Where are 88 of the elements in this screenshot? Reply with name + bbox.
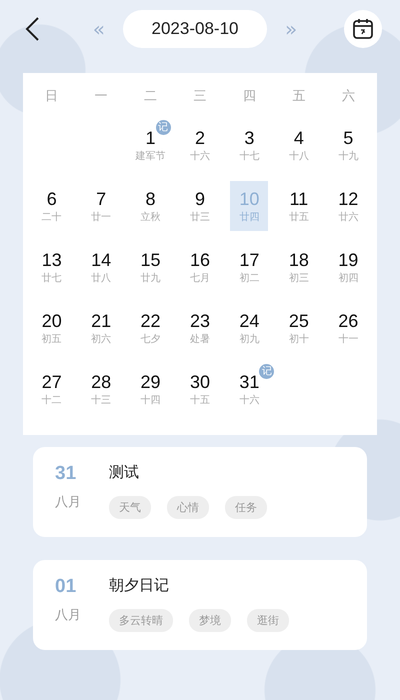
weekday-label: 五 xyxy=(292,88,306,106)
lunar-date: 廿七 xyxy=(42,272,62,284)
lunar-date: 初十 xyxy=(288,332,309,346)
note-badge: 记 xyxy=(259,364,274,378)
lunar-date: 廿五 xyxy=(288,210,309,224)
weekday-label: 一 xyxy=(94,88,108,106)
entry-month: 八月 xyxy=(55,494,81,511)
day-number[interactable]: 25 xyxy=(288,310,309,332)
lunar-date: 廿九 xyxy=(140,272,161,284)
entry-title: 测试 xyxy=(109,463,140,482)
lunar-date: 十三 xyxy=(91,394,112,406)
lunar-date: 七夕 xyxy=(140,332,161,346)
day-number[interactable]: 1 xyxy=(146,128,156,148)
day-number[interactable]: 6 xyxy=(46,188,57,210)
today-button[interactable] xyxy=(344,10,382,48)
lunar-date: 立秋 xyxy=(140,210,161,224)
lunar-date: 十七 xyxy=(239,150,260,162)
lunar-date: 十九 xyxy=(338,150,358,162)
tag: 梦境 xyxy=(189,609,231,632)
lunar-date: 十八 xyxy=(288,150,309,162)
entry-day: 01 xyxy=(55,576,76,598)
lunar-date: 廿一 xyxy=(91,210,112,224)
tag: 天气 xyxy=(109,496,151,519)
day-number[interactable]: 11 xyxy=(290,188,308,210)
note-badge: 记 xyxy=(156,120,171,134)
day-number[interactable]: 4 xyxy=(294,128,304,148)
day-number[interactable]: 15 xyxy=(140,250,161,270)
day-number[interactable]: 16 xyxy=(190,250,210,270)
weekday-label: 三 xyxy=(193,88,206,106)
day-number[interactable]: 30 xyxy=(190,372,210,392)
lunar-date: 初五 xyxy=(42,332,62,346)
day-number[interactable]: 27 xyxy=(42,372,62,392)
lunar-date: 处暑 xyxy=(190,332,210,346)
lunar-date: 初六 xyxy=(91,332,112,346)
weekday-label: 六 xyxy=(342,88,355,106)
tag: 心情 xyxy=(167,496,209,519)
day-number[interactable]: 20 xyxy=(42,310,62,332)
day-number[interactable]: 18 xyxy=(288,250,309,270)
day-number[interactable]: 14 xyxy=(91,250,112,270)
entry-title: 朝夕日记 xyxy=(109,576,170,595)
lunar-date: 初四 xyxy=(338,272,358,284)
day-number[interactable]: 26 xyxy=(338,310,358,332)
lunar-date: 廿三 xyxy=(190,210,210,224)
tag: 逛街 xyxy=(247,609,289,632)
lunar-date: 建军节 xyxy=(136,150,166,162)
lunar-date: 初三 xyxy=(288,272,309,284)
lunar-date: 廿六 xyxy=(338,210,358,224)
entry-month: 八月 xyxy=(55,607,81,624)
day-number[interactable]: 7 xyxy=(96,188,106,210)
diary-entry-card[interactable]: 31 八月 测试 天气 心情 任务 xyxy=(33,447,367,537)
lunar-date: 十一 xyxy=(338,332,358,346)
day-number[interactable]: 31 xyxy=(239,372,260,392)
diary-entry-card[interactable]: 01 八月 朝夕日记 多云转晴 梦境 逛街 xyxy=(33,560,367,650)
lunar-date: 廿四 xyxy=(239,210,260,224)
day-number[interactable]: 17 xyxy=(239,250,260,270)
back-icon xyxy=(24,16,40,42)
day-number[interactable]: 28 xyxy=(91,372,112,392)
day-number[interactable]: 13 xyxy=(42,250,62,270)
lunar-date: 十四 xyxy=(140,394,161,406)
day-number[interactable]: 22 xyxy=(140,310,161,332)
day-number[interactable]: 5 xyxy=(343,128,354,148)
lunar-date: 初九 xyxy=(239,332,260,346)
day-number[interactable]: 3 xyxy=(244,128,254,148)
lunar-date: 十六 xyxy=(239,394,260,406)
date-selector[interactable]: 2023-08-10 xyxy=(123,10,267,48)
day-number[interactable]: 12 xyxy=(338,188,358,210)
weekday-label: 日 xyxy=(45,88,58,106)
day-number[interactable]: 8 xyxy=(146,188,156,210)
lunar-date: 二十 xyxy=(42,210,62,224)
weekday-label: 四 xyxy=(242,88,256,106)
lunar-date: 十五 xyxy=(190,394,210,406)
day-number[interactable]: 19 xyxy=(338,250,358,270)
lunar-date: 七月 xyxy=(190,272,210,284)
day-number[interactable]: 29 xyxy=(140,372,161,392)
day-number[interactable]: 23 xyxy=(190,310,210,332)
day-number[interactable]: 21 xyxy=(91,310,112,332)
weekday-label: 二 xyxy=(144,88,158,106)
tag: 多云转晴 xyxy=(109,609,173,632)
lunar-date: 十二 xyxy=(42,394,62,406)
lunar-date: 十六 xyxy=(190,150,210,162)
day-number[interactable]: 9 xyxy=(194,188,205,210)
entry-day: 31 xyxy=(55,463,76,485)
tag: 任务 xyxy=(225,496,267,519)
day-number[interactable]: 2 xyxy=(194,128,205,148)
lunar-date: 廿八 xyxy=(91,272,112,284)
lunar-date: 初二 xyxy=(239,272,260,284)
day-number[interactable]: 24 xyxy=(239,310,260,332)
calendar-icon xyxy=(351,17,375,41)
